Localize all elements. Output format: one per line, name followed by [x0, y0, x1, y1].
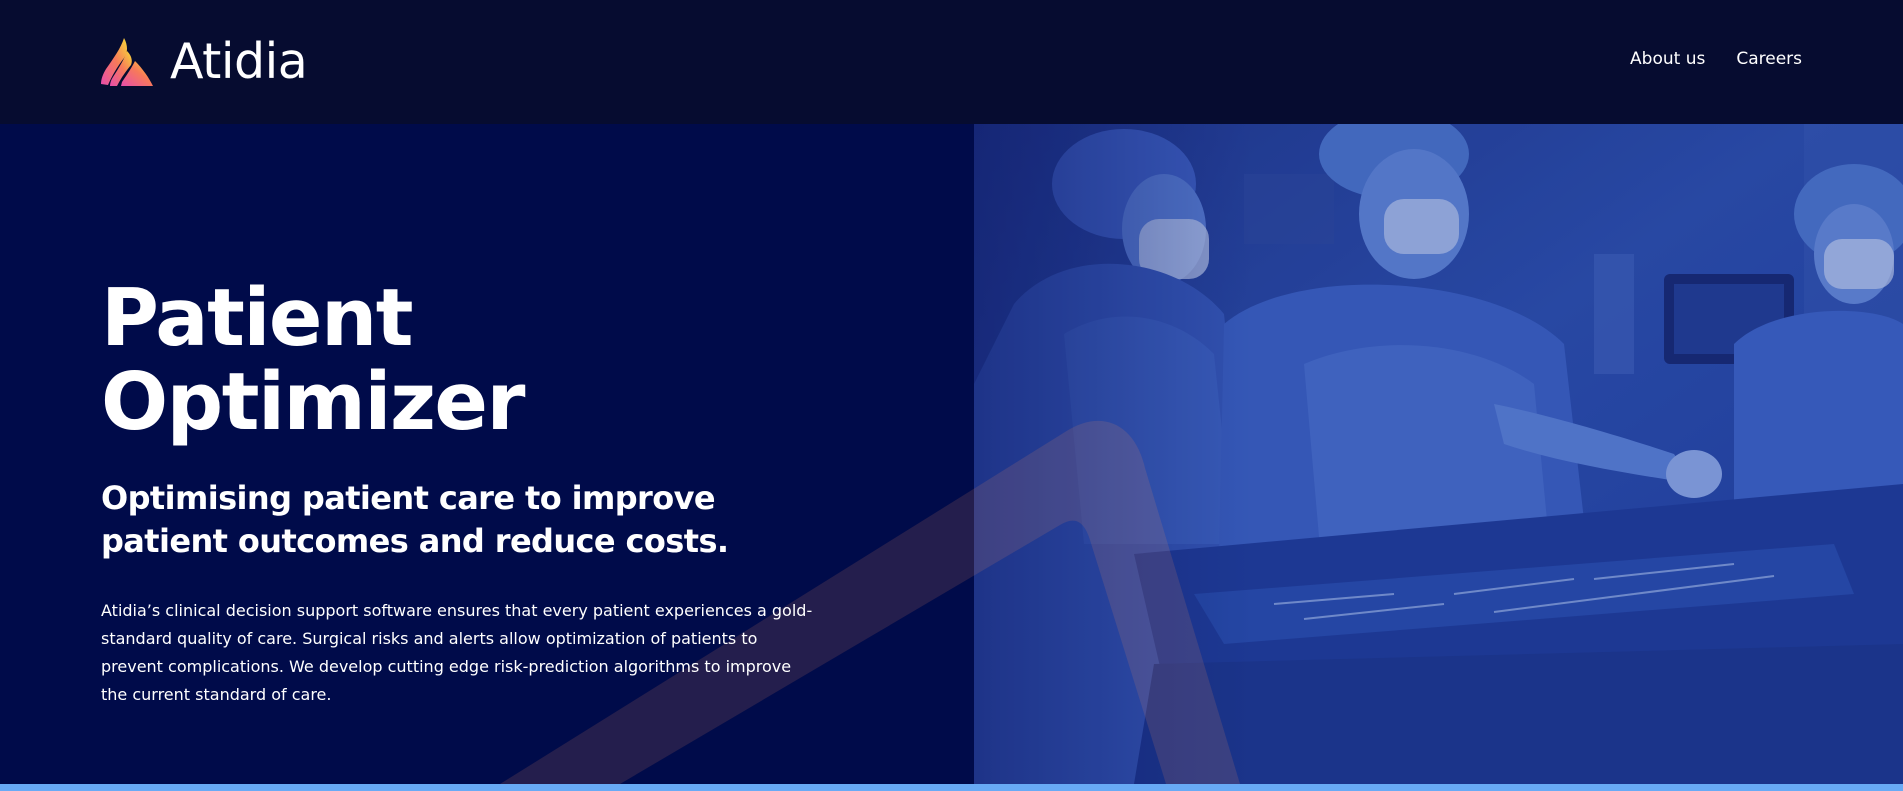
main-nav: About us Careers — [1630, 46, 1802, 72]
nav-link-about-us[interactable]: About us — [1630, 46, 1705, 72]
hero-section: Patient Optimizer Optimising patient car… — [0, 124, 1903, 784]
nav-link-careers[interactable]: Careers — [1736, 46, 1802, 72]
atidia-flame-icon — [101, 38, 153, 86]
brand-name: Atidia — [170, 33, 308, 90]
accent-bar — [0, 784, 1903, 791]
hero-description: Atidia’s clinical decision support softw… — [101, 601, 813, 704]
page-title: Patient Optimizer — [101, 272, 525, 448]
brand-logo-link[interactable]: Atidia — [100, 33, 308, 90]
hero-subtitle: Optimising patient care to improve patie… — [101, 479, 729, 560]
hero-content: Patient Optimizer Optimising patient car… — [101, 276, 821, 709]
site-header: Atidia About us Careers — [0, 0, 1903, 124]
